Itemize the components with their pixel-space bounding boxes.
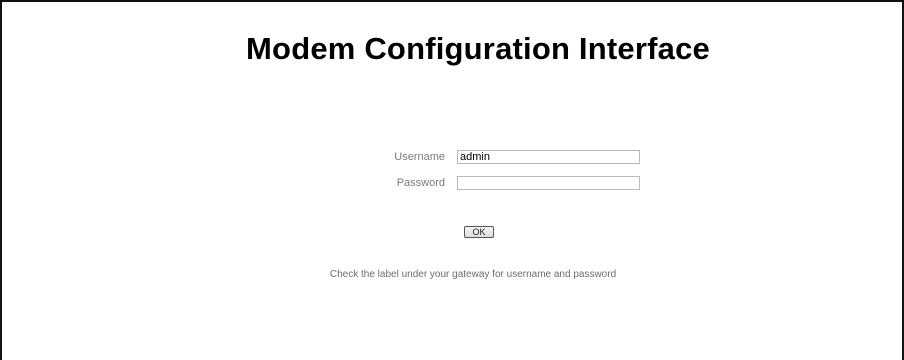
login-hint: Check the label under your gateway for u… bbox=[329, 269, 617, 280]
password-input[interactable] bbox=[457, 176, 640, 190]
ok-button[interactable]: OK bbox=[464, 226, 494, 238]
username-label: Username bbox=[394, 151, 445, 163]
username-input[interactable] bbox=[457, 150, 640, 164]
password-label: Password bbox=[396, 177, 445, 189]
page-frame: Modem Configuration Interface Username P… bbox=[0, 0, 904, 360]
page-title: Modem Configuration Interface bbox=[246, 31, 710, 66]
